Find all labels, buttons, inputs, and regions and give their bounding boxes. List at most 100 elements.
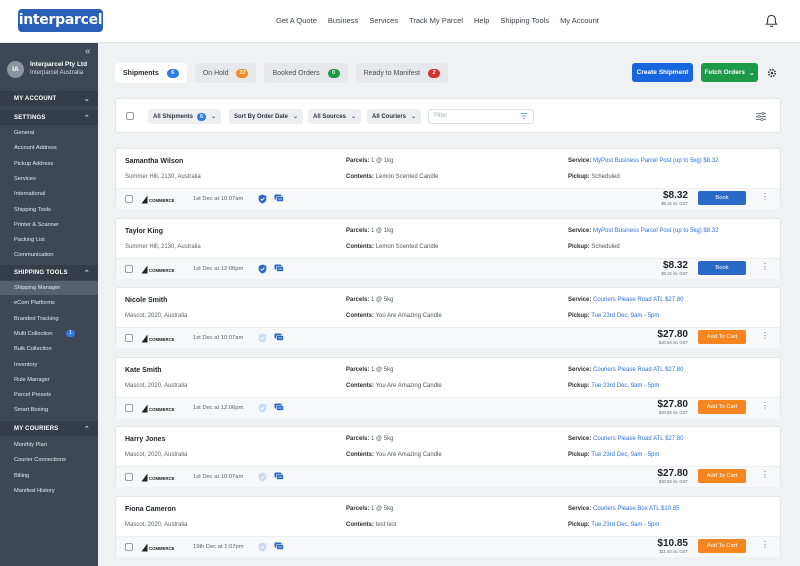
pickup-value[interactable]: Tue 23rd Dec, 9am - 5pm <box>591 522 659 528</box>
sidebar-item-bulk-collection[interactable]: Bulk Collection <box>0 342 98 356</box>
service-link[interactable]: MyPost Business Parcel Post (up to 5kg) … <box>593 158 718 164</box>
collapse-sidebar-icon[interactable]: « <box>85 46 91 57</box>
pickup-value[interactable]: Tue 23rd Dec, 9am - 5pm <box>591 452 659 458</box>
section-shipping-tools[interactable]: SHIPPING TOOLS ⌃ <box>0 265 98 280</box>
interparcel-logo[interactable]: interparcel <box>18 9 103 32</box>
couriers-dropdown[interactable]: All Couriers ⌄ <box>367 109 422 124</box>
add-to-cart-button[interactable]: Add To Cart <box>698 399 746 414</box>
sidebar-item-pickup-address[interactable]: Pickup Address <box>0 157 98 171</box>
sidebar-item-services[interactable]: Services <box>0 172 98 186</box>
sort-dropdown[interactable]: Sort By Order Date ⌄ <box>229 109 304 124</box>
sidebar-item-smart-boxing[interactable]: Smart Boxing <box>0 403 98 417</box>
chat-icon[interactable] <box>274 403 284 412</box>
filter-input[interactable]: Filter <box>428 109 534 124</box>
row-checkbox[interactable] <box>125 334 133 342</box>
pickup-info: Pickup: Scheduled <box>568 244 620 250</box>
sidebar-item-account-address[interactable]: Account Address <box>0 141 98 155</box>
book-button[interactable]: Book <box>698 260 746 275</box>
add-to-cart-button[interactable]: Add To Cart <box>698 538 746 553</box>
sidebar-item-billing[interactable]: Billing <box>0 469 98 483</box>
contents-label: Contents: <box>346 313 374 319</box>
create-shipment-button[interactable]: Create Shipment <box>632 63 693 82</box>
sources-dropdown[interactable]: All Sources ⌄ <box>308 109 362 124</box>
chat-icon[interactable] <box>274 472 284 481</box>
sidebar-item-inventory[interactable]: Inventory <box>0 358 98 372</box>
chat-icon[interactable] <box>274 264 284 273</box>
more-options-icon[interactable]: ⋮ <box>761 193 769 201</box>
sidebar-item-branded-tracking[interactable]: Branded Tracking <box>0 312 98 326</box>
service-link[interactable]: Couriers Please Box ATL $10.85 <box>593 506 679 512</box>
more-options-icon[interactable]: ⋮ <box>761 401 769 410</box>
add-to-cart-button[interactable]: Add To Cart <box>698 330 746 344</box>
pickup-label: Pickup: <box>568 174 590 180</box>
tab-shipments[interactable]: Shipments 6 <box>115 63 187 83</box>
section-my-couriers[interactable]: MY COURIERS ⌃ <box>0 421 98 436</box>
tab-ready-to-manifest[interactable]: Ready to Manifest 2 <box>355 63 448 83</box>
fetch-orders-button[interactable]: Fetch Orders ⌄ <box>701 63 758 82</box>
chat-icon[interactable] <box>274 194 284 203</box>
section-my-account[interactable]: MY ACCOUNT ⌄ <box>0 91 98 106</box>
sidebar-item-printer-scanner[interactable]: Printer & Scanner <box>0 218 98 232</box>
sidebar-item-courier-connections[interactable]: Courier Connections <box>0 453 98 467</box>
tab-on-hold[interactable]: On Hold 32 <box>194 63 257 83</box>
sidebar-item-multi-collection[interactable]: Multi Collection 1 <box>0 327 98 341</box>
sidebar-item-shipping-manager[interactable]: Shipping Manager <box>0 281 98 295</box>
nav-link-my-account[interactable]: My Account <box>560 16 599 25</box>
sidebar-item-international[interactable]: International <box>0 187 98 201</box>
sidebar-item-manifest-history[interactable]: Manifest History <box>0 484 98 498</box>
nav-link-track-my-parcel[interactable]: Track My Parcel <box>409 16 463 25</box>
service-link[interactable]: MyPost Business Parcel Post (up to 5kg) … <box>593 228 718 234</box>
sidebar-item-packing-list[interactable]: Packing List <box>0 233 98 247</box>
select-all-checkbox[interactable] <box>126 112 134 120</box>
sidebar-item-general[interactable]: General <box>0 126 98 140</box>
main-nav: Get A Quote Business Services Track My Parc… <box>276 16 610 25</box>
row-checkbox[interactable] <box>125 264 133 273</box>
sidebar-item-ecom-platforms[interactable]: eCom Platforms <box>0 296 98 310</box>
nav-link-shipping-tools[interactable]: Shipping Tools <box>500 16 549 25</box>
pickup-label: Pickup: <box>568 382 590 389</box>
book-button[interactable]: Book <box>698 191 746 205</box>
sidebar-item-label: Inventory <box>14 361 38 368</box>
chat-icon[interactable] <box>274 333 284 342</box>
sidebar-item-monthly-plan[interactable]: Monthly Plan <box>0 438 98 452</box>
row-checkbox[interactable] <box>125 473 133 481</box>
tab-booked-orders[interactable]: Booked Orders 0 <box>264 63 348 83</box>
section-settings[interactable]: SETTINGS ⌃ <box>0 110 98 125</box>
nav-link-business[interactable]: Business <box>328 16 358 25</box>
more-options-icon[interactable]: ⋮ <box>761 540 769 549</box>
sidebar-item-rule-manager[interactable]: Rule Manager <box>0 373 98 387</box>
pickup-info: Pickup: Tue 23rd Dec, 9am - 5pm <box>568 383 659 389</box>
gear-icon[interactable] <box>767 68 777 78</box>
sidebar-item-shipping-tools[interactable]: Shipping Tools <box>0 203 98 217</box>
service-link[interactable]: Couriers Please Road ATL $27.80 <box>593 367 683 373</box>
chat-icon[interactable] <box>274 542 284 551</box>
service-info: Service: MyPost Business Parcel Post (up… <box>568 158 718 164</box>
verified-shield-icon <box>258 542 267 551</box>
service-link[interactable]: Couriers Please Road ATL $27.80 <box>593 297 683 303</box>
sidebar-item-label: Bulk Collection <box>14 346 52 353</box>
account-summary[interactable]: IA Interparcel Pty Ltd Interparcel Austr… <box>7 60 87 78</box>
all-shipments-dropdown[interactable]: All Shipments 6 ⌄ <box>148 109 222 124</box>
contents-value: You Are Amazing Candle <box>375 382 442 389</box>
nav-link-help[interactable]: Help <box>474 16 489 25</box>
pickup-value[interactable]: Tue 23rd Dec, 9am - 5pm <box>591 313 659 319</box>
verified-shield-icon <box>258 194 267 204</box>
nav-link-get-a-quote[interactable]: Get A Quote <box>276 16 317 25</box>
bell-icon[interactable] <box>765 14 778 28</box>
sliders-icon[interactable] <box>756 112 766 121</box>
sidebar-item-label: Monthly Plan <box>14 442 47 448</box>
chevron-up-icon: ⌃ <box>83 269 90 277</box>
row-checkbox[interactable] <box>125 403 133 412</box>
add-to-cart-button[interactable]: Add To Cart <box>698 469 746 483</box>
more-options-icon[interactable]: ⋮ <box>761 262 769 271</box>
sidebar-item-parcel-presets[interactable]: Parcel Presets <box>0 388 98 402</box>
sidebar-item-communication[interactable]: Communication <box>0 248 98 262</box>
recipient-name: Taylor King <box>125 227 163 235</box>
row-checkbox[interactable] <box>125 195 133 203</box>
row-checkbox[interactable] <box>125 542 133 551</box>
more-options-icon[interactable]: ⋮ <box>761 471 769 479</box>
service-link[interactable]: Couriers Please Road ATL $27.80 <box>593 436 683 442</box>
pickup-value[interactable]: Tue 23rd Dec, 9am - 5pm <box>591 383 659 389</box>
more-options-icon[interactable]: ⋮ <box>761 332 769 340</box>
nav-link-services[interactable]: Services <box>369 16 398 25</box>
